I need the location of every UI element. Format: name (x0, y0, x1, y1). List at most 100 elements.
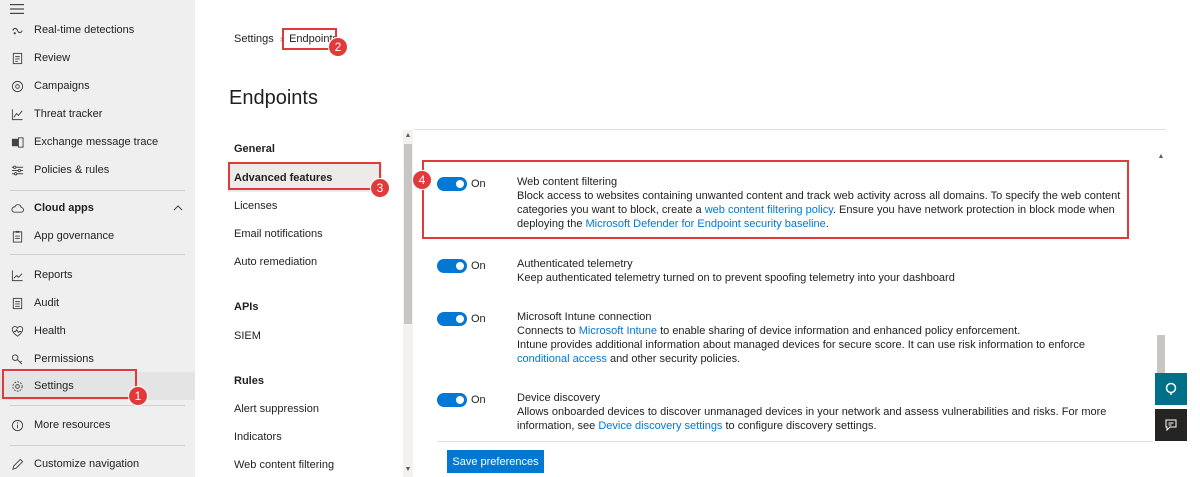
pencil-icon (10, 457, 24, 471)
scroll-up-arrow-icon[interactable]: ▲ (1157, 152, 1165, 162)
nav-section-cloud-apps[interactable]: Cloud apps (0, 194, 195, 222)
exchange-icon (10, 135, 24, 149)
nav-label: More resources (34, 419, 111, 431)
setting-title: Microsoft Intune connection (517, 311, 652, 323)
subnav-item-email-notifications[interactable]: Email notifications (228, 220, 382, 248)
setting-title: Device discovery (517, 392, 601, 404)
toggle-authenticated-telemetry[interactable]: On (437, 259, 486, 273)
page-title: Endpoints (229, 87, 318, 109)
nav-label: Policies & rules (34, 164, 110, 176)
annotation-highlight-web-content-filtering (422, 160, 1129, 239)
microsoft-intune-link[interactable]: Microsoft Intune (579, 325, 657, 337)
breadcrumb-settings-link[interactable]: Settings (234, 33, 274, 45)
setting-description: Authenticated telemetry Keep authenticat… (517, 257, 1127, 285)
nav-item-review[interactable]: Review (0, 44, 195, 72)
toggle-intune-connection[interactable]: On (437, 312, 486, 326)
clipboard-icon (10, 229, 24, 243)
toggle-state-label: On (471, 394, 486, 406)
annotation-badge-4: 4 (412, 170, 432, 190)
subnav-heading-rules: Rules (234, 375, 264, 387)
audit-icon (10, 296, 24, 310)
nav-label: Customize navigation (34, 458, 140, 470)
help-assistant-button[interactable] (1155, 373, 1187, 405)
review-icon (10, 51, 24, 65)
subnav-heading-apis: APIs (234, 301, 259, 313)
toggle-switch[interactable] (437, 393, 467, 407)
nav-item-real-time-detections[interactable]: Real-time detections (0, 16, 195, 44)
nav-item-threat-tracker[interactable]: Threat tracker (0, 100, 195, 128)
nav-label: Health (34, 325, 66, 337)
nav-label: Reports (34, 269, 73, 281)
content-divider (414, 129, 1166, 130)
toggle-state-label: On (471, 313, 486, 325)
toggle-state-label: On (471, 260, 486, 272)
nav-label: Campaigns (34, 80, 90, 92)
scroll-down-arrow-icon[interactable]: ▼ (404, 465, 412, 475)
feedback-button[interactable] (1155, 409, 1187, 441)
nav-divider (10, 190, 185, 191)
scrollbar-thumb[interactable] (404, 144, 412, 324)
subnav-item-indicators[interactable]: Indicators (228, 423, 382, 451)
toggle-device-discovery[interactable]: On (437, 393, 486, 407)
subnav-item-siem[interactable]: SIEM (228, 322, 382, 350)
subnav-item-alert-suppression[interactable]: Alert suppression (228, 395, 382, 423)
footer-divider (437, 441, 1153, 442)
nav-label: Cloud apps (34, 202, 94, 214)
nav-divider (10, 254, 185, 255)
setting-description: Device discovery Allows onboarded device… (517, 391, 1127, 433)
nav-label: Real-time detections (34, 24, 135, 36)
detections-icon (10, 23, 24, 37)
nav-item-policies-rules[interactable]: Policies & rules (0, 156, 195, 184)
nav-item-audit[interactable]: Audit (0, 289, 195, 317)
nav-label: App governance (34, 230, 115, 242)
heart-icon (10, 324, 24, 338)
help-bubble-icon (1165, 382, 1177, 395)
key-icon (10, 352, 24, 366)
setting-title: Authenticated telemetry (517, 258, 633, 270)
toggle-switch[interactable] (437, 259, 467, 273)
nav-label: Review (34, 52, 71, 64)
reports-icon (10, 268, 24, 282)
chevron-up-icon[interactable] (173, 205, 183, 211)
nav-divider (10, 445, 185, 446)
scrollbar-thumb[interactable] (1157, 335, 1165, 375)
annotation-badge-3: 3 (370, 178, 390, 198)
subnav-item-web-content-filtering[interactable]: Web content filtering (228, 451, 382, 477)
nav-item-app-governance[interactable]: App governance (0, 222, 195, 250)
nav-item-exchange-message-trace[interactable]: Exchange message trace (0, 128, 195, 156)
subnav-item-auto-remediation[interactable]: Auto remediation (228, 248, 382, 276)
annotation-highlight-advanced-features (228, 162, 381, 190)
nav-label: Permissions (34, 353, 94, 365)
toggle-switch[interactable] (437, 312, 467, 326)
chart-icon (10, 107, 24, 121)
chat-icon (1165, 419, 1177, 432)
nav-item-health[interactable]: Health (0, 317, 195, 345)
campaigns-icon (10, 79, 24, 93)
cloud-icon (10, 201, 24, 215)
device-discovery-settings-link[interactable]: Device discovery settings (598, 420, 722, 432)
desc-text: and other security policies. (606, 353, 741, 365)
hamburger-menu-icon[interactable] (10, 4, 24, 14)
setting-description: Microsoft Intune connection Connects to … (517, 310, 1127, 366)
nav-item-customize-navigation[interactable]: Customize navigation (0, 450, 195, 477)
save-preferences-button[interactable]: Save preferences (447, 450, 544, 473)
nav-item-more-resources[interactable]: More resources (0, 411, 195, 439)
annotation-badge-1: 1 (128, 386, 148, 406)
nav-label: Threat tracker (34, 108, 103, 120)
nav-item-reports[interactable]: Reports (0, 261, 195, 289)
desc-text: Intune provides additional information a… (517, 339, 1086, 351)
left-navigation: Real-time detections Review Campaigns Th… (0, 0, 195, 477)
subnav-heading-general: General (234, 143, 275, 155)
nav-label: Audit (34, 297, 60, 309)
desc-text: to enable sharing of device information … (657, 325, 1021, 337)
nav-item-campaigns[interactable]: Campaigns (0, 72, 195, 100)
scroll-up-arrow-icon[interactable]: ▲ (404, 131, 412, 141)
desc-text: Keep authenticated telemetry turned on t… (517, 272, 955, 284)
conditional-access-link[interactable]: conditional access (517, 353, 607, 365)
annotation-badge-2: 2 (328, 37, 348, 57)
nav-label: Exchange message trace (34, 136, 159, 148)
subnav-item-licenses[interactable]: Licenses (228, 192, 382, 220)
sliders-icon (10, 163, 24, 177)
info-icon (10, 418, 24, 432)
desc-text: to configure discovery settings. (722, 420, 877, 432)
